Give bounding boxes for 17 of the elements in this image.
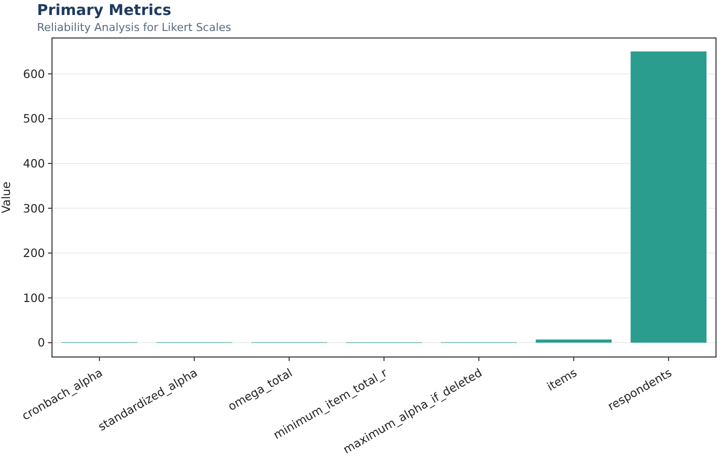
y-tick-label: 300: [23, 201, 45, 216]
y-tick-label: 200: [23, 246, 45, 260]
y-axis-label: Value: [0, 182, 13, 214]
y-tick: 100: [23, 290, 52, 305]
y-tick-label: 600: [23, 66, 45, 81]
y-tick: 200: [23, 246, 52, 260]
y-tick-label: 500: [23, 112, 45, 126]
y-tick-label: 400: [23, 156, 45, 170]
y-tick: 300: [23, 201, 52, 216]
y-tick: 0: [38, 336, 52, 350]
chart-title: Primary Metrics: [37, 1, 172, 19]
y-tick: 600: [23, 66, 52, 81]
y-tick-label: 100: [23, 290, 45, 305]
y-tick: 500: [23, 112, 52, 126]
chart-subtitle: Reliability Analysis for Likert Scales: [37, 21, 232, 34]
y-tick: 400: [23, 156, 52, 170]
y-tick-label: 0: [38, 336, 45, 350]
